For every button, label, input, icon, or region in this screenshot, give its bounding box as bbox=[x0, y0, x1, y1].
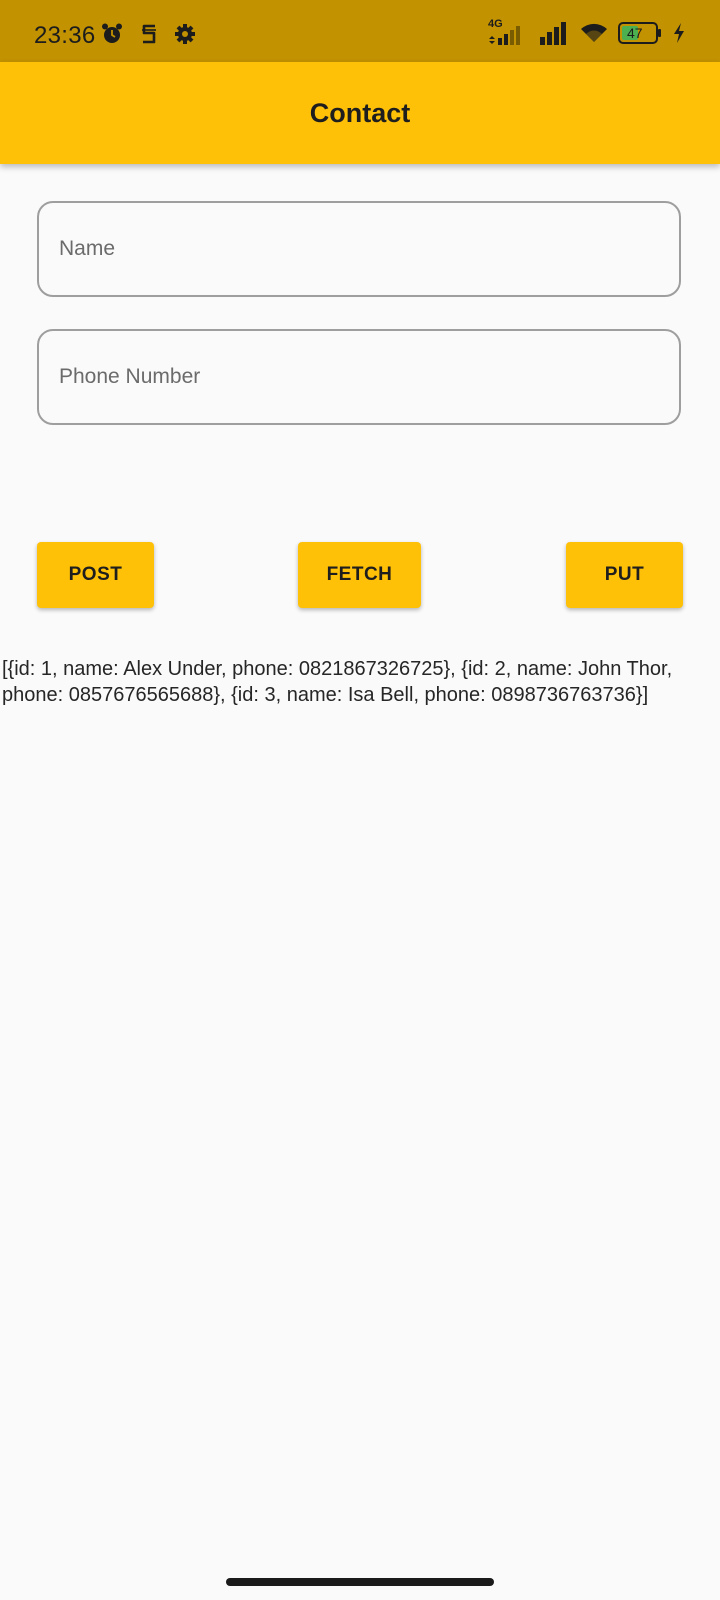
app-bar: Contact bbox=[0, 62, 720, 164]
status-bar: 23:36 4G 47 bbox=[0, 0, 720, 62]
s-notification-icon bbox=[138, 22, 160, 46]
wifi-icon bbox=[580, 22, 608, 44]
home-indicator[interactable] bbox=[226, 1578, 494, 1586]
fetch-button[interactable]: FETCH bbox=[298, 542, 421, 608]
phone-number-field[interactable] bbox=[37, 329, 681, 425]
signal-icon bbox=[538, 21, 570, 45]
settings-gear-icon bbox=[174, 23, 196, 45]
result-text: [{id: 1, name: Alex Under, phone: 082186… bbox=[2, 658, 673, 706]
status-notification-icons bbox=[100, 22, 196, 46]
page-title: Contact bbox=[309, 98, 411, 128]
name-input[interactable] bbox=[59, 203, 649, 295]
status-system-icons: 4G 47 bbox=[488, 18, 686, 46]
signal-4g-icon: 4G bbox=[488, 18, 528, 46]
name-field[interactable] bbox=[37, 201, 681, 297]
alarm-icon bbox=[100, 22, 124, 46]
post-button[interactable]: POST bbox=[37, 542, 154, 608]
battery-level: 47 bbox=[627, 25, 643, 41]
charging-bolt-icon bbox=[672, 22, 686, 44]
put-button[interactable]: PUT bbox=[566, 542, 683, 608]
battery-icon: 47 bbox=[618, 22, 662, 44]
phone-number-input[interactable] bbox=[59, 331, 649, 423]
status-time: 23:36 bbox=[34, 22, 96, 49]
